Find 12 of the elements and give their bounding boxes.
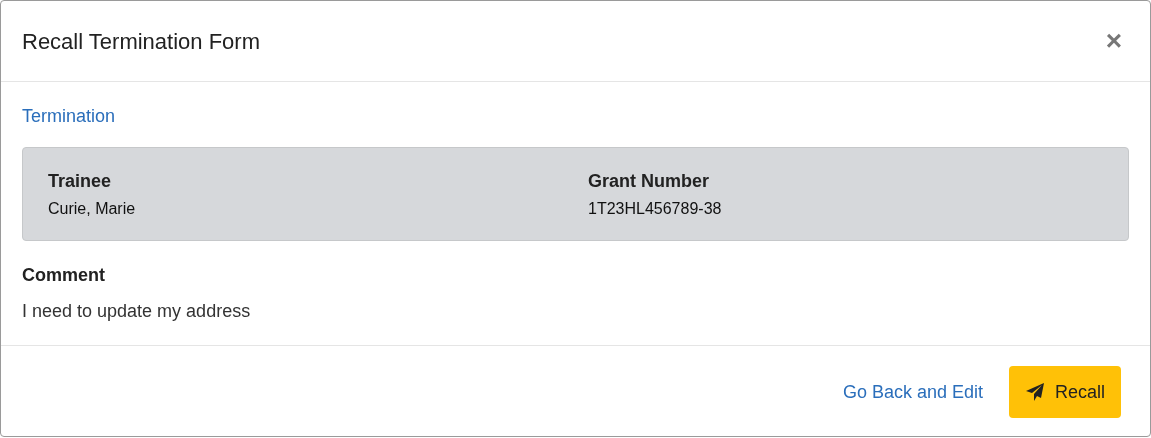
paper-plane-icon — [1024, 382, 1045, 402]
field-value: Curie, Marie — [48, 199, 136, 219]
dialog-title: Recall Termination Form — [22, 27, 260, 56]
close-button[interactable]: × — [1105, 27, 1122, 55]
comment-label: Comment — [22, 264, 105, 287]
field-value: 1T23HL456789-38 — [588, 199, 722, 219]
go-back-link[interactable]: Go Back and Edit — [842, 378, 983, 406]
comment-text: I need to update my address — [22, 300, 251, 323]
recall-button[interactable]: Recall — [1008, 366, 1121, 418]
field-label: Trainee — [48, 170, 112, 193]
field-label: Grant Number — [588, 170, 710, 193]
section-title: Termination — [22, 105, 116, 128]
